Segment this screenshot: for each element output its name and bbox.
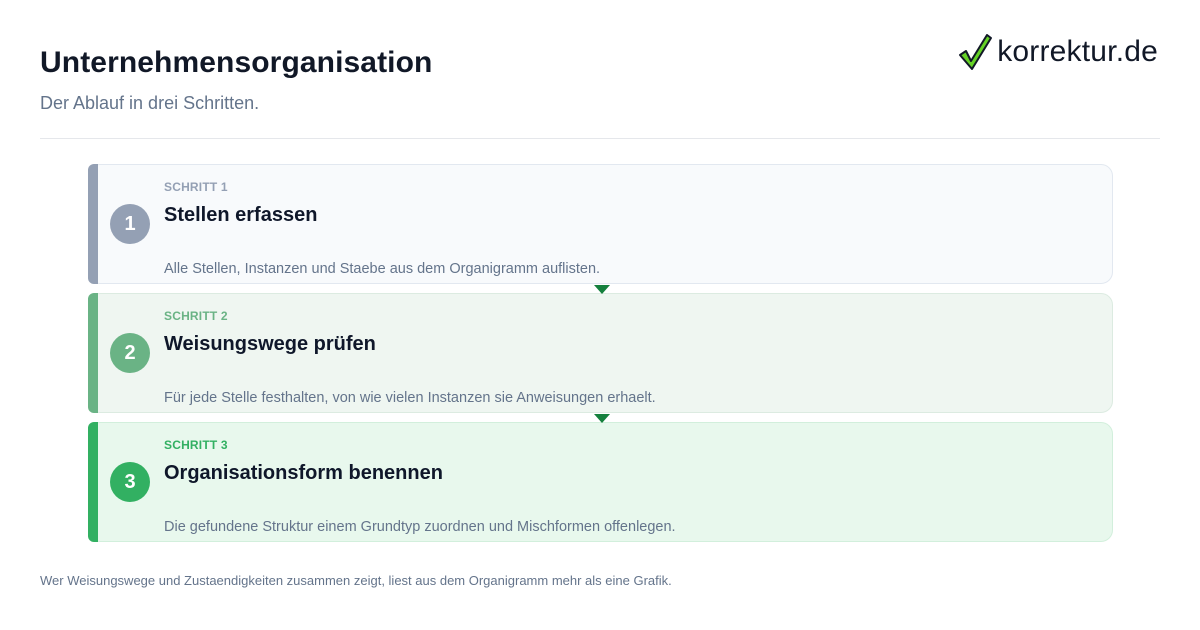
page-subtitle: Der Ablauf in drei Schritten.	[40, 93, 260, 113]
checkmark-icon	[959, 34, 993, 70]
step-accent-bar	[88, 422, 98, 542]
down-arrow-icon	[594, 414, 610, 423]
step-label: SCHRITT 3	[164, 438, 228, 452]
step-number-badge: 3	[110, 462, 150, 502]
step-card-2: 2 SCHRITT 2 Weisungswege prüfen Für jede…	[88, 293, 1113, 423]
steps-list: 1 SCHRITT 1 Stellen erfassen Alle Stelle…	[88, 164, 1113, 551]
step-number-badge: 1	[110, 204, 150, 244]
step-label: SCHRITT 1	[164, 180, 228, 194]
step-label: SCHRITT 2	[164, 309, 228, 323]
step-description: Alle Stellen, Instanzen und Staebe aus d…	[164, 261, 601, 277]
step-heading: Weisungswege prüfen	[164, 333, 376, 355]
step-card-1: 1 SCHRITT 1 Stellen erfassen Alle Stelle…	[88, 164, 1113, 294]
step-heading: Organisationsform benennen	[164, 462, 443, 484]
brand-logo[interactable]: korrektur.de	[957, 30, 1158, 74]
step-number-badge: 2	[110, 333, 150, 373]
step-description: Die gefundene Struktur einem Grundtyp zu…	[164, 519, 676, 535]
step-description: Für jede Stelle festhalten, von wie viel…	[164, 390, 656, 406]
step-accent-bar	[88, 293, 98, 413]
step-heading: Stellen erfassen	[164, 204, 318, 226]
down-arrow-icon	[594, 285, 610, 294]
logo-text: korrektur.de	[997, 35, 1158, 68]
step-card-3: 3 SCHRITT 3 Organisationsform benennen D…	[88, 422, 1113, 542]
footer-note: Wer Weisungswege und Zustaendigkeiten zu…	[40, 573, 672, 588]
step-accent-bar	[88, 164, 98, 284]
header-divider	[40, 138, 1160, 139]
